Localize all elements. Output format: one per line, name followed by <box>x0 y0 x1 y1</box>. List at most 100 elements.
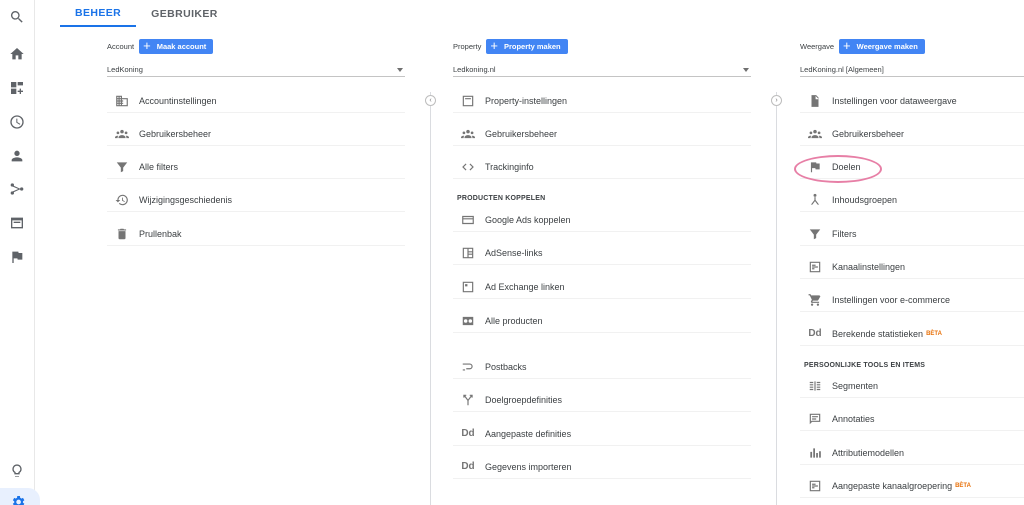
view-filters-item[interactable]: Filters <box>800 222 1024 246</box>
item-label: Annotaties <box>832 413 875 424</box>
lightbulb-icon[interactable] <box>6 460 28 482</box>
item-label: AdSense-links <box>485 247 543 258</box>
property-settings-item[interactable]: Property-instellingen <box>453 89 751 113</box>
plus-icon: + <box>490 38 498 53</box>
custom-channel-grouping-item[interactable]: Aangepaste kanaalgroepering BÈTA <box>800 474 1024 498</box>
create-view-label: Weergave maken <box>856 41 918 51</box>
dd-icon: Dd <box>808 328 822 339</box>
ad-exchange-link-item[interactable]: Ad Exchange linken <box>453 275 751 299</box>
item-label: Instellingen voor e-commerce <box>832 294 951 305</box>
tracking-info-item[interactable]: Trackinginfo <box>453 155 751 179</box>
view-user-management-item[interactable]: Gebruikersbeheer <box>800 122 1024 146</box>
admin-nav-active[interactable] <box>0 488 40 505</box>
dd-icon: Dd <box>461 428 475 439</box>
item-label: Ad Exchange linken <box>485 281 565 292</box>
dashboard-icon[interactable] <box>6 77 28 99</box>
dropdown-caret-icon <box>397 67 403 72</box>
property-user-management-item[interactable]: Gebruikersbeheer <box>453 122 751 146</box>
plus-icon: + <box>143 38 151 53</box>
beta-badge: BÈTA <box>926 330 942 337</box>
fork-icon <box>453 393 483 407</box>
cart-icon <box>800 293 830 307</box>
google-ads-link-item[interactable]: Google Ads koppelen <box>453 208 751 232</box>
item-label: Prullenbak <box>139 228 182 239</box>
clock-icon[interactable] <box>6 111 28 133</box>
flag-icon[interactable] <box>6 246 28 268</box>
item-label: Trackinginfo <box>485 161 534 172</box>
adsense-links-item[interactable]: AdSense-links <box>453 241 751 265</box>
channel-grouping-icon <box>800 479 830 493</box>
item-label: Accountinstellingen <box>139 95 217 106</box>
gear-icon <box>12 496 25 505</box>
ecommerce-settings-item[interactable]: Instellingen voor e-commerce <box>800 288 1024 312</box>
custom-definitions-item[interactable]: Dd Aangepaste definities <box>453 422 751 446</box>
all-filters-item[interactable]: Alle filters <box>107 155 405 179</box>
trash-item[interactable]: Prullenbak <box>107 222 405 246</box>
flow-icon[interactable] <box>6 178 28 200</box>
item-label: Gegevens importeren <box>485 461 572 472</box>
postbacks-item[interactable]: Postbacks <box>453 355 751 379</box>
account-settings-item[interactable]: Accountinstellingen <box>107 89 405 113</box>
calculated-metrics-item[interactable]: Dd Berekende statistieken BÈTA <box>800 322 1024 346</box>
item-label: Instellingen voor dataweergave <box>832 95 957 106</box>
tab-gebruiker[interactable]: GEBRUIKER <box>136 0 233 27</box>
account-selector[interactable]: LedKoning <box>107 63 405 77</box>
search-icon[interactable] <box>6 6 28 28</box>
content-groups-item[interactable]: Inhoudsgroepen <box>800 188 1024 212</box>
account-user-management-item[interactable]: Gebruikersbeheer <box>107 122 405 146</box>
all-products-item[interactable]: Alle producten <box>453 309 751 333</box>
segments-item[interactable]: Segmenten <box>800 374 1024 398</box>
person-icon[interactable] <box>6 145 28 167</box>
item-label: Berekende statistieken <box>832 328 924 339</box>
plus-icon: + <box>843 38 851 53</box>
column-divider <box>776 92 777 505</box>
dropdown-caret-icon <box>743 67 749 72</box>
view-label: Weergave <box>800 41 835 51</box>
column-divider <box>430 92 431 505</box>
item-label: Postbacks <box>485 361 527 372</box>
item-label: Kanaalinstellingen <box>832 261 906 272</box>
item-label: Attributiemodellen <box>832 447 905 458</box>
channel-settings-item[interactable]: Kanaalinstellingen <box>800 255 1024 279</box>
item-label: Google Ads koppelen <box>485 214 571 225</box>
view-column: Weergave + Weergave maken LedKoning.nl [… <box>800 38 1024 77</box>
channel-settings-icon <box>800 260 830 274</box>
home-icon[interactable] <box>6 43 28 65</box>
item-label: Gebruikersbeheer <box>485 128 558 139</box>
adsense-icon <box>453 246 483 260</box>
view-settings-item[interactable]: Instellingen voor dataweergave <box>800 89 1024 113</box>
item-label: Property-instellingen <box>485 95 568 106</box>
chevron-right-icon[interactable]: › <box>771 95 782 106</box>
item-label: Inhoudsgroepen <box>832 194 898 205</box>
ad-exchange-icon <box>453 280 483 294</box>
create-property-button[interactable]: + Property maken <box>486 38 568 54</box>
link-products-heading: PRODUCTEN KOPPELEN <box>457 195 546 202</box>
dd-icon: Dd <box>461 461 475 472</box>
annotations-item[interactable]: Annotaties <box>800 407 1024 431</box>
create-account-button[interactable]: + Maak account <box>139 38 214 54</box>
filter-icon <box>107 160 137 174</box>
chevron-left-icon[interactable]: ‹ <box>425 95 436 106</box>
tab-beheer[interactable]: BEHEER <box>60 0 137 27</box>
document-icon <box>800 94 830 108</box>
create-view-button[interactable]: + Weergave maken <box>839 38 925 54</box>
change-history-item[interactable]: Wijzigingsgeschiedenis <box>107 188 405 212</box>
item-label: Alle producten <box>485 315 543 326</box>
create-property-label: Property maken <box>503 41 561 51</box>
item-label: Aangepaste kanaalgroepering <box>832 480 953 491</box>
code-icon <box>453 160 483 174</box>
goals-highlight-circle <box>794 155 882 183</box>
property-label: Property <box>453 41 482 51</box>
display-icon[interactable] <box>6 212 28 234</box>
building-icon <box>107 94 137 108</box>
left-nav-rail <box>0 0 40 505</box>
comment-icon <box>800 412 830 426</box>
view-selector[interactable]: LedKoning.nl [Algemeen] <box>800 63 1024 77</box>
item-label: Segmenten <box>832 380 879 391</box>
postbacks-icon <box>453 360 483 374</box>
bar-chart-icon <box>800 446 830 460</box>
audience-definitions-item[interactable]: Doelgroepdefinities <box>453 388 751 412</box>
property-selector[interactable]: Ledkoning.nl <box>453 63 751 77</box>
attribution-models-item[interactable]: Attributiemodellen <box>800 441 1024 465</box>
data-import-item[interactable]: Dd Gegevens importeren <box>453 455 751 479</box>
